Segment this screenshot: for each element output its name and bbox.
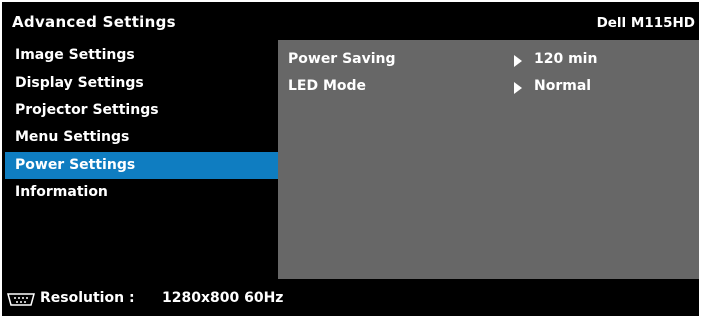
- settings-sidebar: Image Settings Display Settings Projecto…: [5, 40, 278, 279]
- setting-label: Power Saving: [288, 51, 396, 67]
- sidebar-item-label: Projector Settings: [15, 102, 159, 118]
- sidebar-item-label: Image Settings: [15, 47, 135, 63]
- resolution-label: Resolution :: [40, 290, 135, 306]
- setting-row-led-mode[interactable]: LED Mode Normal: [278, 73, 699, 99]
- sidebar-item-information[interactable]: Information: [5, 179, 278, 206]
- vga-connector-icon: [7, 293, 35, 306]
- setting-row-power-saving[interactable]: Power Saving 120 min: [278, 46, 699, 72]
- sidebar-item-menu-settings[interactable]: Menu Settings: [5, 124, 278, 151]
- setting-label: LED Mode: [288, 78, 367, 94]
- setting-value: Normal: [534, 78, 592, 94]
- menu-title: Advanced Settings: [12, 13, 176, 31]
- settings-content-panel: Power Saving 120 min LED Mode Normal: [278, 40, 699, 279]
- status-bar: Resolution : 1280x800 60Hz: [2, 281, 699, 316]
- sidebar-item-label: Information: [15, 184, 108, 200]
- sidebar-item-power-settings[interactable]: Power Settings: [5, 152, 278, 179]
- triangle-right-icon: [514, 55, 522, 67]
- sidebar-item-label: Menu Settings: [15, 129, 130, 145]
- osd-window: Advanced Settings Dell M115HD Image Sett…: [2, 2, 699, 316]
- triangle-right-icon: [514, 82, 522, 94]
- sidebar-item-label: Power Settings: [15, 157, 136, 173]
- setting-value: 120 min: [534, 51, 598, 67]
- sidebar-item-display-settings[interactable]: Display Settings: [5, 70, 278, 97]
- sidebar-item-image-settings[interactable]: Image Settings: [5, 42, 278, 69]
- resolution-value: 1280x800 60Hz: [162, 290, 284, 306]
- sidebar-item-label: Display Settings: [15, 75, 144, 91]
- sidebar-item-projector-settings[interactable]: Projector Settings: [5, 97, 278, 124]
- title-bar: Advanced Settings Dell M115HD: [2, 2, 699, 40]
- model-name: Dell M115HD: [596, 15, 695, 31]
